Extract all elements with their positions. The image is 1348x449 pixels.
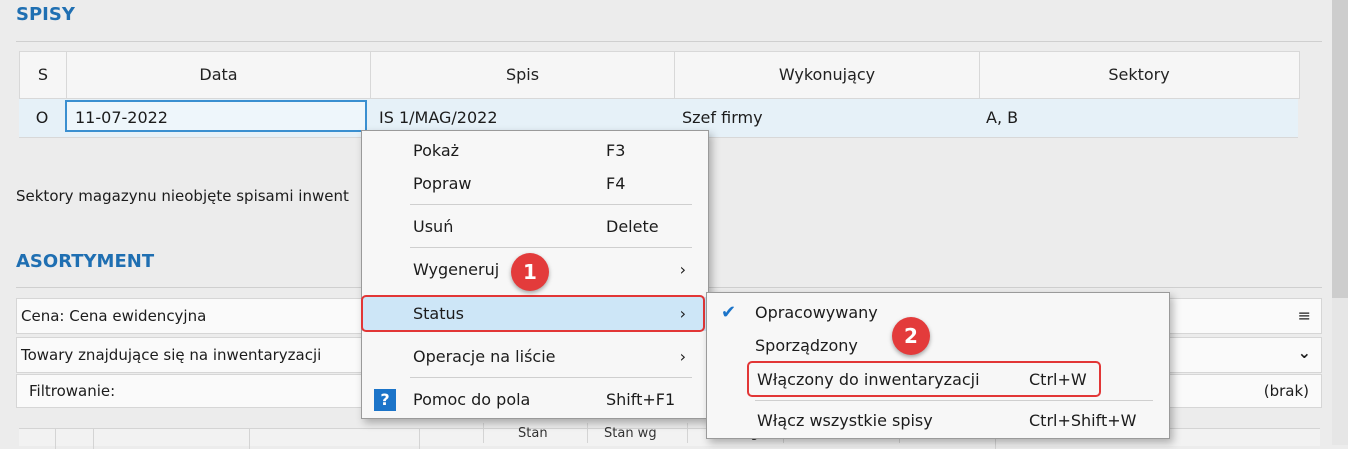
cena-label: Cena: Cena ewidencyjna: [21, 307, 207, 325]
submenu-item-sporzadzony-label: Sporządzony: [755, 336, 858, 355]
bottom-col-blank1: [55, 429, 96, 449]
col-sektory[interactable]: Sektory: [980, 52, 1298, 98]
menu-item-wygeneruj-label: Wygeneruj: [413, 260, 500, 279]
menu-item-operacje[interactable]: Operacje na liście ›: [362, 340, 708, 374]
step-badge-1: 1: [511, 253, 549, 291]
cell-data[interactable]: 11-07-2022: [65, 100, 367, 132]
submenu-item-sporzadzony[interactable]: Sporządzony: [707, 329, 1169, 363]
checkmark-icon: ✔: [721, 302, 737, 323]
col-wykonujacy[interactable]: Wykonujący: [675, 52, 980, 98]
col-s[interactable]: S: [20, 52, 67, 98]
menu-item-usun-label: Usuń: [413, 217, 454, 236]
spisy-title: SPISY: [16, 4, 75, 25]
menu-item-popraw[interactable]: Popraw F4: [362, 167, 708, 201]
cell-s: O: [35, 108, 49, 127]
chevron-down-icon[interactable]: ⌄: [1298, 336, 1311, 370]
sektory-nieobjete-text: Sektory magazynu nieobjęte spisami inwen…: [16, 187, 349, 205]
status-highlight-box: [361, 295, 705, 332]
menu-item-usun[interactable]: Usuń Delete: [362, 210, 708, 244]
help-icon: ?: [374, 389, 396, 411]
menu-item-popraw-label: Popraw: [413, 174, 472, 193]
menu-item-operacje-label: Operacje na liście: [413, 347, 556, 366]
chevron-right-icon: ›: [679, 260, 686, 279]
cell-sektory: A, B: [986, 108, 1019, 127]
menu-item-pomoc[interactable]: ? Pomoc do pola Shift+F1: [362, 383, 708, 417]
bottom-col-blank4: [419, 429, 484, 449]
menu-item-pomoc-label: Pomoc do pola: [413, 390, 531, 409]
scrollbar-track[interactable]: [1332, 0, 1348, 445]
bottom-col-blank2: [93, 429, 250, 449]
filtrowanie-value: (brak): [1263, 382, 1309, 400]
menu-item-popraw-shortcut: F4: [606, 174, 626, 193]
hamburger-icon[interactable]: ≡: [1298, 299, 1311, 333]
menu-separator: [755, 400, 1153, 401]
towary-label: Towary znajdujące się na inwentaryzacji: [21, 346, 322, 364]
menu-item-usun-shortcut: Delete: [606, 217, 659, 236]
menu-item-pokaz-label: Pokaż: [413, 141, 460, 160]
menu-item-pomoc-shortcut: Shift+F1: [606, 390, 676, 409]
spisy-divider: [16, 41, 1322, 42]
scrollbar-thumb[interactable]: [1332, 0, 1348, 298]
menu-item-pokaz-shortcut: F3: [606, 141, 626, 160]
step-badge-2: 2: [892, 317, 930, 355]
col-spis[interactable]: Spis: [371, 52, 675, 98]
menu-separator: [410, 247, 692, 248]
filtrowanie-label: Filtrowanie:: [29, 382, 116, 400]
menu-separator: [410, 204, 692, 205]
menu-separator: [410, 377, 692, 378]
submenu-item-opracowywany-label: Opracowywany: [755, 303, 878, 322]
submenu-item-wlacz-wszystkie-label: Włącz wszystkie spisy: [757, 411, 933, 430]
spisy-table-header: S Data Spis Wykonujący Sektory: [19, 51, 1300, 99]
chevron-right-icon: ›: [679, 347, 686, 366]
bottom-col-blank3: [249, 429, 422, 449]
bottom-col-stan-wg-1[interactable]: Stan wg: [587, 423, 700, 443]
submenu-item-opracowywany[interactable]: ✔ Opracowywany: [707, 296, 1169, 330]
wlaczony-highlight-box: [747, 361, 1101, 397]
asortyment-title: ASORTYMENT: [16, 251, 155, 272]
submenu-item-wlacz-wszystkie-shortcut: Ctrl+Shift+W: [1029, 411, 1137, 430]
menu-item-pokaz[interactable]: Pokaż F3: [362, 134, 708, 168]
col-data[interactable]: Data: [67, 52, 371, 98]
submenu-item-wlacz-wszystkie[interactable]: Włącz wszystkie spisy Ctrl+Shift+W: [707, 404, 1169, 438]
